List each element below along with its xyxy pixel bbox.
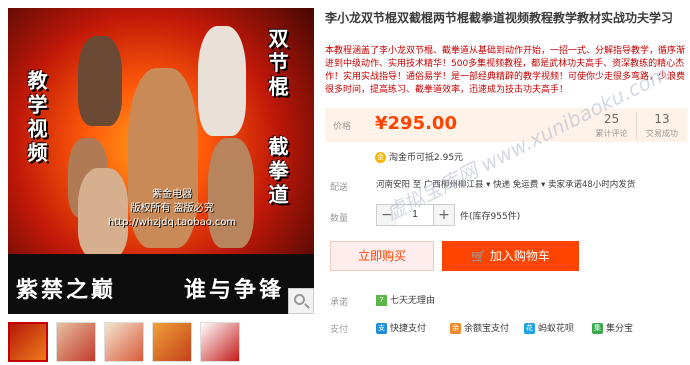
seven-day-icon: 7 (376, 295, 387, 306)
banner-text-right: 谁与争锋 (184, 278, 285, 303)
product-page: 教学视频 双节棍 截拳道 紫金电器 版权所有 盗版必究 http://whzjd… (0, 0, 690, 365)
main-product-image[interactable]: 教学视频 双节棍 截拳道 紫金电器 版权所有 盗版必究 http://whzjd… (8, 8, 314, 314)
quantity-label: 数量 (330, 214, 349, 224)
image-watermark: 紫金电器 版权所有 盗版必究 http://whzjdq.taobao.com (108, 188, 236, 230)
thumbnail[interactable] (8, 322, 48, 362)
jifenbao-icon: 集 (592, 323, 603, 334)
fighter-figure (78, 36, 122, 126)
magnifier-ring (294, 294, 305, 305)
reviews-count: 25 (603, 112, 620, 126)
cart-icon: 🛒 (471, 249, 487, 263)
sold-stat: 13 交易成功 (637, 112, 687, 139)
add-to-cart-button[interactable]: 🛒 加入购物车 (442, 241, 579, 271)
yuebao-icon: 余 (450, 323, 461, 334)
stock-text: 件(库存955件) (460, 212, 521, 222)
magnifier-icon[interactable] (288, 288, 314, 314)
magnifier-handle (304, 303, 310, 309)
promise-text: 七天无理由 (390, 296, 436, 306)
decrease-button[interactable]: − (376, 204, 398, 226)
product-description: 本教程涵盖了李小龙双节棍、截拳道从基础到动作开始，一招一式、分解指导教学，循序渐… (325, 46, 686, 95)
image-banner: 紫禁之巅 谁与争锋 (8, 254, 314, 314)
quantity-input[interactable] (397, 204, 433, 226)
payment-text: 快捷支付 (390, 324, 427, 334)
shipping-label: 配送 (330, 183, 349, 193)
reviews-label: 累计评论 (595, 129, 628, 138)
watermark-line: 紫金电器 (152, 189, 193, 200)
thumbnail[interactable] (56, 322, 96, 362)
sold-count: 13 (654, 112, 670, 126)
fighter-figure (198, 26, 246, 136)
vertical-title-right-1: 双节棍 (265, 28, 289, 100)
payment-text: 蚂蚁花呗 (538, 324, 575, 334)
payment-option: 支快捷支付 (376, 321, 426, 334)
vertical-title-left: 教学视频 (24, 70, 48, 166)
coin-icon: 金 (375, 152, 386, 163)
thumbnail[interactable] (152, 322, 192, 362)
promise-label: 承诺 (330, 298, 349, 308)
thumbnail[interactable] (200, 322, 240, 362)
taojinbi-note: 金淘金币可抵2.95元 (375, 150, 463, 163)
payment-option: 花蚂蚁花呗 (524, 321, 574, 334)
reviews-stat[interactable]: 25 累计评论 (587, 112, 637, 139)
vertical-title-right-2: 截拳道 (265, 136, 289, 208)
payment-option: 余余额宝支付 (450, 321, 509, 334)
watermark-line: http://whzjdq.taobao.com (108, 217, 237, 228)
payment-text: 集分宝 (606, 324, 634, 334)
thumbnail[interactable] (104, 322, 144, 362)
increase-button[interactable]: + (433, 204, 455, 226)
quick-pay-icon: 支 (376, 323, 387, 334)
payment-text: 余额宝支付 (464, 324, 510, 334)
huabei-icon: 花 (524, 323, 535, 334)
price-value: ¥295.00 (375, 113, 457, 134)
buy-now-button[interactable]: 立即购买 (330, 241, 434, 271)
banner-text-left: 紫禁之巅 (16, 278, 117, 303)
coin-text: 淘金币可抵2.95元 (389, 153, 464, 163)
price-label: 价格 (333, 122, 352, 132)
add-to-cart-label: 加入购物车 (489, 249, 550, 263)
product-title: 李小龙双节棍双截棍两节棍截拳道视频教程教学教材实战功夫学习 (325, 11, 674, 25)
payment-label: 支付 (330, 325, 349, 335)
sold-label: 交易成功 (646, 129, 678, 138)
watermark-line: 版权所有 盗版必究 (130, 203, 214, 214)
payment-option: 集集分宝 (592, 321, 633, 334)
shipping-selector[interactable]: 河南安阳 至 广西柳州柳江县 ▾ 快递 免运费 ▾ 卖家承诺48小时内发货 (376, 178, 635, 190)
promise-item: 7 七天无理由 (376, 293, 435, 306)
price-box: 价格 ¥295.00 25 累计评论 13 交易成功 (325, 108, 687, 142)
